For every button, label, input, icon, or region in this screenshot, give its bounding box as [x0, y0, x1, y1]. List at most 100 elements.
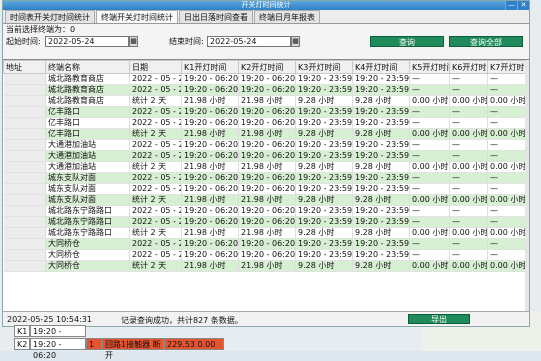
table-cell: —: [488, 85, 526, 96]
table-row[interactable]: 城北路教育商店2022 - 05 - 2419:20 - 06:2019:20 …: [4, 85, 526, 96]
table-cell: —: [450, 107, 488, 118]
column-header[interactable]: K1开灯时间: [182, 61, 239, 74]
query-button[interactable]: 查询: [370, 36, 444, 47]
table-cell: 21.98 小时: [182, 129, 239, 140]
start-calendar-icon[interactable]: ▦: [129, 36, 138, 47]
minimize-button[interactable]: —: [505, 1, 517, 10]
table-cell: 21.98 小时: [182, 261, 239, 272]
tab-terminal-stats[interactable]: 终端开关灯时间统计: [96, 10, 178, 23]
table-cell: [4, 96, 46, 107]
table-row[interactable]: 城东支队对面统计 2 天21.98 小时21.98 小时9.28 小时9.28 …: [4, 195, 526, 206]
table-cell: 19:20 - 23:59: [296, 217, 353, 228]
table-cell: 9.28 小时: [296, 162, 353, 173]
table-cell: 19:20 - 06:20: [239, 239, 296, 250]
table-cell: 9.28 小时: [296, 96, 353, 107]
table-row[interactable]: 亿丰路口统计 2 天21.98 小时21.98 小时9.28 小时9.28 小时…: [4, 129, 526, 140]
table-cell: —: [488, 173, 526, 184]
filter-row: 起始时间: 2022-05-24 ▦ 结束时间: 2022-05-24 ▦ 查询…: [3, 35, 529, 49]
column-header[interactable]: K3开灯时间: [296, 61, 353, 74]
table-cell: [4, 195, 46, 206]
table-cell: [4, 217, 46, 228]
table-row[interactable]: 城北路教育商店2022 - 05 - 2419:20 - 06:2019:20 …: [4, 74, 526, 85]
table-cell: 9.28 小时: [353, 261, 410, 272]
table-cell: 2022 - 05 - 24: [130, 140, 182, 151]
vertical-scrollbar[interactable]: [525, 60, 529, 311]
table-cell: 城北路教育商店: [46, 96, 130, 107]
table-cell: 19:20 - 06:20: [182, 173, 239, 184]
table-row[interactable]: 大通港加油站2022 - 05 - 2419:20 - 06:2019:20 -…: [4, 151, 526, 162]
table-cell: —: [450, 74, 488, 85]
column-header[interactable]: 终端名称: [46, 61, 130, 74]
table-cell: —: [450, 239, 488, 250]
export-button[interactable]: 导出: [408, 314, 470, 324]
table-cell: —: [488, 184, 526, 195]
table-row[interactable]: 大同桥仓2022 - 05 - 2419:20 - 06:2019:20 - 0…: [4, 250, 526, 261]
table-cell: 19:20 - 06:20: [182, 217, 239, 228]
window-titlebar[interactable]: 开关灯时间统计 — ✕: [3, 1, 529, 10]
table-cell: 0.00 小时: [450, 96, 488, 107]
table-cell: 21.98 小时: [182, 162, 239, 173]
table-cell: —: [410, 118, 450, 129]
table-cell: 19:20 - 06:20: [182, 140, 239, 151]
table-cell: 21.98 小时: [239, 261, 296, 272]
table-cell: 城北路教育商店: [46, 85, 130, 96]
table-cell: 9.28 小时: [353, 96, 410, 107]
tab-terminal-report[interactable]: 终端日月年报表: [254, 10, 320, 23]
column-header[interactable]: K5开灯时间: [410, 61, 450, 74]
stats-table-container: 地址终端名称日期K1开灯时间K2开灯时间K3开灯时间K4开灯时间K5开灯时间K6…: [3, 59, 529, 311]
table-cell: —: [410, 151, 450, 162]
table-cell: 19:20 - 23:59: [353, 239, 410, 250]
table-cell: 城北路东宁路路口: [46, 228, 130, 239]
underlying-row-k1: K1 19:20 - 06:20: [14, 325, 86, 337]
table-row[interactable]: 城北路东宁路路口2022 - 05 - 2419:20 - 06:2019:20…: [4, 206, 526, 217]
table-cell: 城北路教育商店: [46, 74, 130, 85]
table-cell: 21.98 小时: [239, 96, 296, 107]
underlying-row-k2: K2 19:20 - 06:20 1 回路1接触器 断开 229.53 0.00: [14, 338, 224, 350]
table-cell: 统计 2 天: [130, 261, 182, 272]
table-row[interactable]: 大同桥仓统计 2 天21.98 小时21.98 小时9.28 小时9.28 小时…: [4, 261, 526, 272]
table-row[interactable]: 城北路东宁路路口统计 2 天21.98 小时21.98 小时9.28 小时9.2…: [4, 228, 526, 239]
table-cell: —: [450, 118, 488, 129]
table-row[interactable]: 大同桥仓2022 - 05 - 2419:20 - 06:2019:20 - 0…: [4, 239, 526, 250]
table-cell: —: [410, 217, 450, 228]
table-cell: 城北路东宁路路口: [46, 206, 130, 217]
column-header[interactable]: K2开灯时间: [239, 61, 296, 74]
query-all-button[interactable]: 查询全部: [449, 36, 523, 47]
column-header[interactable]: K6开灯时间: [450, 61, 488, 74]
table-cell: 0.00 小时: [450, 162, 488, 173]
table-cell: 2022 - 05 - 24: [130, 118, 182, 129]
table-row[interactable]: 城东支队对面2022 - 05 - 2419:20 - 06:2019:20 -…: [4, 173, 526, 184]
column-header[interactable]: K4开灯时间: [353, 61, 410, 74]
table-row[interactable]: 大通港加油站2022 - 05 - 2419:20 - 06:2019:20 -…: [4, 140, 526, 151]
table-row[interactable]: 城北路教育商店统计 2 天21.98 小时21.98 小时9.28 小时9.28…: [4, 96, 526, 107]
start-date-field[interactable]: 2022-05-24: [45, 36, 129, 47]
table-cell: 19:20 - 23:59: [296, 140, 353, 151]
table-cell: 9.28 小时: [296, 228, 353, 239]
table-cell: 大通港加油站: [46, 151, 130, 162]
table-cell: 2022 - 05 - 24: [130, 173, 182, 184]
table-cell: —: [488, 217, 526, 228]
end-calendar-icon[interactable]: ▦: [291, 36, 300, 47]
table-row[interactable]: 大通港加油站统计 2 天21.98 小时21.98 小时9.28 小时9.28 …: [4, 162, 526, 173]
column-header[interactable]: 日期: [130, 61, 182, 74]
table-row[interactable]: 亿丰路口2022 - 05 - 2419:20 - 06:2019:20 - 0…: [4, 118, 526, 129]
column-header[interactable]: K7开灯时间: [488, 61, 526, 74]
close-button[interactable]: ✕: [517, 1, 529, 10]
table-cell: —: [488, 239, 526, 250]
table-cell: 19:20 - 06:20: [239, 151, 296, 162]
table-row[interactable]: 城东支队对面2022 - 05 - 2419:20 - 06:2019:20 -…: [4, 184, 526, 195]
table-row[interactable]: 城北路东宁路路口2022 - 05 - 2419:20 - 06:2019:20…: [4, 217, 526, 228]
tab-schedule-stats[interactable]: 时间表开关灯时间统计: [5, 10, 95, 23]
table-cell: 19:20 - 23:59: [296, 85, 353, 96]
table-cell: 19:20 - 06:20: [182, 107, 239, 118]
table-cell: —: [488, 151, 526, 162]
table-row[interactable]: 亿丰路口2022 - 05 - 2419:20 - 06:2019:20 - 0…: [4, 107, 526, 118]
table-cell: 0.00 小时: [410, 195, 450, 206]
end-date-field[interactable]: 2022-05-24: [207, 36, 291, 47]
table-cell: 2022 - 05 - 24: [130, 85, 182, 96]
table-cell: 统计 2 天: [130, 96, 182, 107]
table-cell: [4, 184, 46, 195]
column-header[interactable]: 地址: [4, 61, 46, 74]
loop-time: 19:20 - 06:20: [30, 338, 86, 350]
tab-sunrise-sunset[interactable]: 日出日落时间查看: [179, 10, 253, 23]
